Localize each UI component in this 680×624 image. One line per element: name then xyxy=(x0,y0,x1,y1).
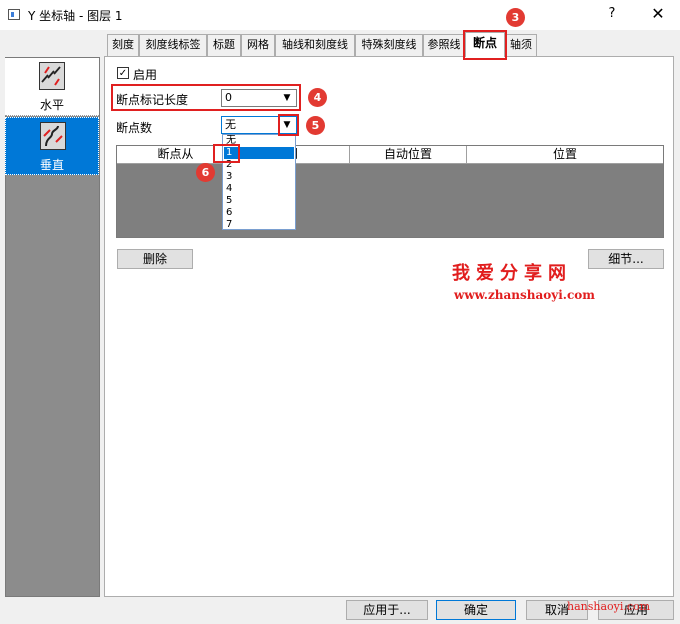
annotation-marker-3: 3 xyxy=(506,8,525,27)
tab-line-and-ticks[interactable]: 轴线和刻度线 xyxy=(275,34,355,56)
delete-button[interactable]: 删除 xyxy=(117,249,193,269)
watermark-overlay: hanshaoyi.com xyxy=(567,600,651,613)
annotation-marker-5: 5 xyxy=(306,116,325,135)
annotation-box-length xyxy=(111,84,301,111)
annotation-box-option-1 xyxy=(213,144,240,163)
annotation-box-dropdown-arrow xyxy=(278,114,299,136)
title-bar: Y 坐标轴 - 图层 1 ? ✕ xyxy=(0,0,680,30)
tab-tick-labels[interactable]: 刻度线标签 xyxy=(139,34,207,56)
dropdown-option[interactable]: 5 xyxy=(224,195,294,207)
column-header-position[interactable]: 位置 xyxy=(467,146,663,164)
app-icon xyxy=(8,9,20,20)
axis-item-vertical[interactable]: 垂直 xyxy=(5,117,99,175)
help-button[interactable]: ? xyxy=(604,6,620,24)
dropdown-option[interactable]: 6 xyxy=(224,207,294,219)
close-button[interactable]: ✕ xyxy=(648,4,668,24)
annotation-marker-6: 6 xyxy=(196,163,215,182)
enable-label: 启用 xyxy=(133,68,158,82)
apply-to-button[interactable]: 应用于... xyxy=(346,600,428,620)
axis-item-label: 垂直 xyxy=(39,158,64,172)
watermark-url: www.zhanshaoyi.com xyxy=(454,288,595,302)
details-button[interactable]: 细节... xyxy=(588,249,664,269)
column-header-auto-position[interactable]: 自动位置 xyxy=(350,146,467,164)
window-title: Y 坐标轴 - 图层 1 xyxy=(28,9,123,23)
breaks-tab-panel xyxy=(104,56,674,597)
annotation-marker-4: 4 xyxy=(308,88,327,107)
tab-title[interactable]: 标题 xyxy=(207,34,241,56)
tab-rug[interactable]: 轴须 xyxy=(505,34,537,56)
watermark-title: 我爱分享网 xyxy=(452,263,572,284)
break-count-label: 断点数 xyxy=(116,121,153,135)
tab-scale[interactable]: 刻度 xyxy=(107,34,139,56)
vertical-axis-break-icon xyxy=(40,122,66,150)
tab-special-ticks[interactable]: 特殊刻度线 xyxy=(355,34,423,56)
horizontal-axis-break-icon xyxy=(39,62,65,90)
dropdown-option[interactable]: 4 xyxy=(224,183,294,195)
enable-checkbox[interactable]: ✓ xyxy=(117,67,129,79)
ok-button[interactable]: 确定 xyxy=(436,600,516,620)
annotation-box-tab xyxy=(463,30,507,60)
axis-item-horizontal[interactable]: 水平 xyxy=(5,58,99,116)
tab-reference-lines[interactable]: 参照线 xyxy=(423,34,465,56)
tab-grid[interactable]: 网格 xyxy=(241,34,275,56)
breaks-table: 断点从 到 自动位置 位置 xyxy=(116,145,664,238)
dropdown-option[interactable]: 3 xyxy=(224,171,294,183)
dropdown-option[interactable]: 7 xyxy=(224,219,294,231)
break-count-value: 无 xyxy=(225,118,236,131)
axis-item-label: 水平 xyxy=(39,98,64,112)
